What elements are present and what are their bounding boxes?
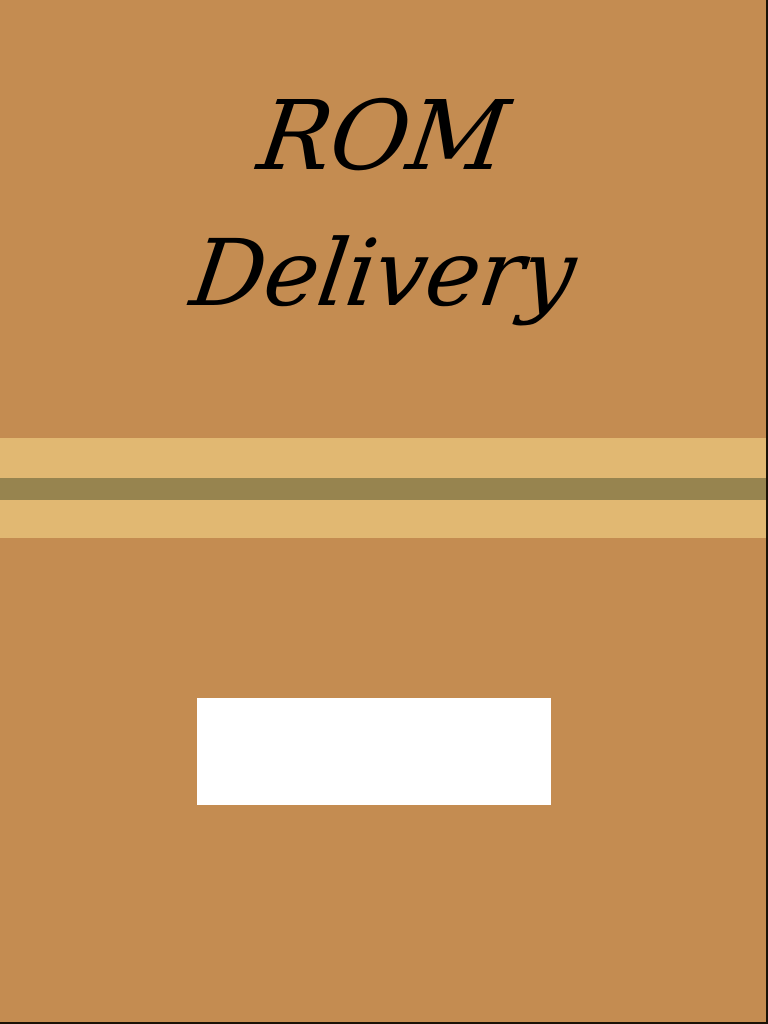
title-delivery: Delivery (184, 220, 582, 327)
stripe-dark-middle (0, 478, 766, 500)
splash-screen: ROM Delivery (0, 0, 768, 1024)
stripe-light-bottom (0, 500, 766, 538)
start-button[interactable] (197, 698, 551, 805)
stripe-light-top (0, 438, 766, 478)
title-rom: ROM (251, 80, 515, 192)
